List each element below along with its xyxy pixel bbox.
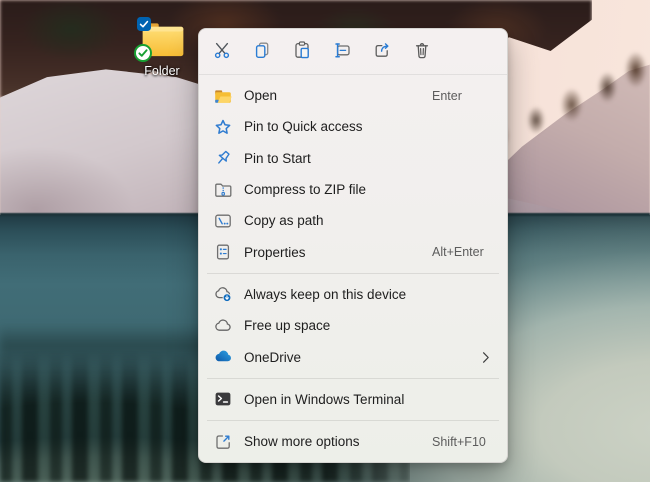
cloud-icon xyxy=(213,316,233,336)
context-menu: Open Enter Pin to Quick access Pin to St… xyxy=(198,28,508,463)
star-icon xyxy=(213,117,233,137)
cloud-download-icon xyxy=(213,284,233,304)
share-button[interactable] xyxy=(362,35,402,69)
rename-icon xyxy=(332,40,352,63)
menu-item-shortcut: Enter xyxy=(432,89,490,103)
selected-checkbox-icon[interactable] xyxy=(137,17,151,31)
copy-icon xyxy=(252,40,272,63)
menu-item-label: Show more options xyxy=(244,434,432,449)
desktop-icon-label: Folder xyxy=(130,64,194,78)
menu-item-open[interactable]: Open Enter xyxy=(204,80,502,111)
menu-item-label: Compress to ZIP file xyxy=(244,182,432,197)
copy-button[interactable] xyxy=(242,35,282,69)
paste-button[interactable] xyxy=(282,35,322,69)
context-menu-toolbar xyxy=(199,29,507,75)
properties-icon xyxy=(213,242,233,262)
menu-item-label: Always keep on this device xyxy=(244,287,432,302)
terminal-icon xyxy=(213,389,233,409)
menu-item-compress-to-zip[interactable]: Compress to ZIP file xyxy=(204,174,502,205)
menu-separator xyxy=(207,420,499,421)
menu-item-pin-to-quick-access[interactable]: Pin to Quick access xyxy=(204,111,502,142)
menu-item-shortcut: Shift+F10 xyxy=(432,435,490,449)
cut-button[interactable] xyxy=(202,35,242,69)
menu-item-properties[interactable]: Properties Alt+Enter xyxy=(204,236,502,267)
menu-item-pin-to-start[interactable]: Pin to Start xyxy=(204,143,502,174)
menu-item-copy-as-path[interactable]: Copy as path xyxy=(204,205,502,236)
menu-item-open-in-windows-terminal[interactable]: Open in Windows Terminal xyxy=(204,384,502,415)
menu-item-show-more-options[interactable]: Show more options Shift+F10 xyxy=(204,426,502,457)
desktop: Folder xyxy=(0,0,650,482)
onedrive-synced-badge-icon xyxy=(134,44,152,62)
menu-item-label: Free up space xyxy=(244,318,432,333)
menu-item-shortcut: Alt+Enter xyxy=(432,245,490,259)
menu-item-label: Properties xyxy=(244,245,432,260)
submenu-chevron-icon xyxy=(482,351,490,364)
menu-separator xyxy=(207,378,499,379)
show-more-options-icon xyxy=(213,432,233,452)
cut-icon xyxy=(212,40,232,63)
menu-item-label: Open in Windows Terminal xyxy=(244,392,432,407)
zip-folder-icon xyxy=(213,180,233,200)
menu-item-label: Pin to Quick access xyxy=(244,119,432,134)
open-folder-icon xyxy=(213,86,233,106)
delete-icon xyxy=(412,40,432,63)
menu-item-label: OneDrive xyxy=(244,350,482,365)
context-menu-list: Open Enter Pin to Quick access Pin to St… xyxy=(199,75,507,462)
paste-icon xyxy=(292,40,312,63)
menu-item-onedrive[interactable]: OneDrive xyxy=(204,341,502,372)
onedrive-icon xyxy=(213,347,233,367)
menu-separator xyxy=(207,273,499,274)
menu-item-label: Pin to Start xyxy=(244,151,432,166)
menu-item-always-keep-on-device[interactable]: Always keep on this device xyxy=(204,279,502,310)
share-icon xyxy=(372,40,392,63)
pin-icon xyxy=(213,148,233,168)
rename-button[interactable] xyxy=(322,35,362,69)
delete-button[interactable] xyxy=(402,35,442,69)
menu-item-label: Copy as path xyxy=(244,213,432,228)
menu-item-free-up-space[interactable]: Free up space xyxy=(204,310,502,341)
menu-item-label: Open xyxy=(244,88,432,103)
desktop-icon-folder[interactable]: Folder xyxy=(130,13,194,85)
copy-path-icon xyxy=(213,211,233,231)
